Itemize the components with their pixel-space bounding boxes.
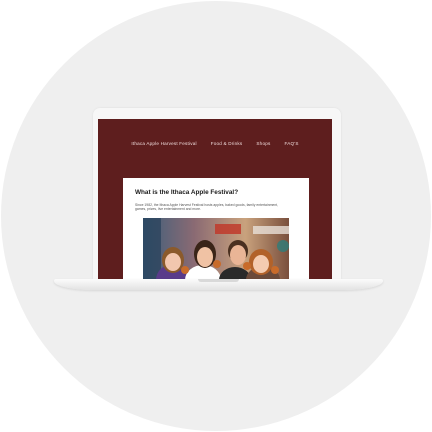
- nav-link-shops[interactable]: Shops: [256, 141, 270, 146]
- nav-link-faqs[interactable]: FAQ'S: [284, 141, 298, 146]
- nav-link-food-drinks[interactable]: Food & Drinks: [211, 141, 243, 146]
- website-screen: Ithaca Apple Harvest Festival Food & Dri…: [98, 119, 332, 280]
- laptop-notch: [198, 279, 239, 282]
- content-card: What is the Ithaca Apple Festival? Since…: [123, 178, 309, 280]
- laptop-mockup: Ithaca Apple Harvest Festival Food & Dri…: [93, 108, 341, 280]
- laptop-base: [54, 279, 383, 290]
- festival-photo-image: [143, 218, 289, 280]
- article-heading: What is the Ithaca Apple Festival?: [135, 189, 239, 196]
- top-navigation: Ithaca Apple Harvest Festival Food & Dri…: [98, 119, 332, 167]
- festival-photo: [143, 218, 289, 280]
- nav-link-festival[interactable]: Ithaca Apple Harvest Festival: [131, 141, 196, 146]
- article-body: Since 1982, the Ithaca Apple Harvest Fes…: [135, 203, 279, 212]
